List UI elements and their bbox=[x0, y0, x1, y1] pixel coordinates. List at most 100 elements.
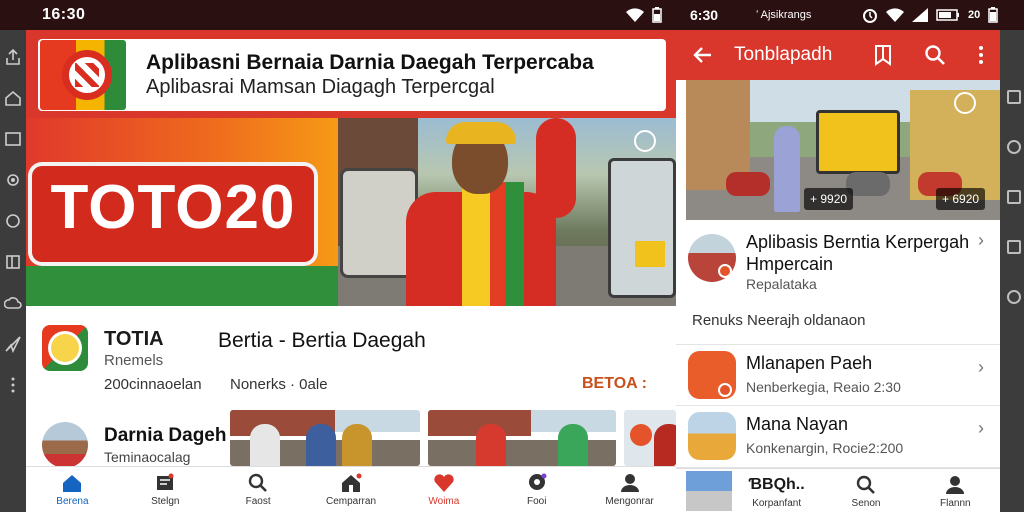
back-arrow-icon[interactable] bbox=[692, 44, 714, 66]
bottom-nav: Berena Stelgn Faost Cemparran Woima Fooi bbox=[26, 466, 676, 512]
battery-percent: 20 bbox=[968, 9, 981, 21]
cloud-icon[interactable] bbox=[4, 294, 22, 312]
favorite-icon[interactable] bbox=[954, 92, 976, 114]
settings-icon[interactable] bbox=[4, 171, 22, 189]
circle-button[interactable] bbox=[1007, 290, 1021, 304]
circle-icon[interactable] bbox=[4, 212, 22, 230]
list-item-title: Mlanapen Paeh bbox=[746, 353, 873, 373]
left-rail bbox=[0, 40, 26, 512]
photo-thumbnail[interactable] bbox=[624, 410, 676, 466]
house-icon bbox=[342, 473, 362, 492]
status-icons-right: 20 bbox=[862, 7, 998, 23]
heart-icon bbox=[434, 474, 454, 492]
nav-label: Stelgn bbox=[151, 496, 180, 507]
feature-photo[interactable]: + 9920 + 6920 bbox=[686, 80, 1000, 220]
bookmark-icon[interactable] bbox=[872, 44, 894, 66]
app-title: Bertia - Bertia Daegah bbox=[218, 329, 426, 352]
right-rail bbox=[1004, 90, 1024, 304]
chevron-right-icon: › bbox=[978, 230, 984, 250]
nav-item-korpanfant[interactable]: ƁBQh.. Korpanfant bbox=[732, 469, 821, 512]
photo-thumbnail[interactable] bbox=[428, 410, 616, 466]
profile-icon bbox=[620, 474, 639, 492]
nav-label: Woima bbox=[428, 496, 460, 507]
pin-icon bbox=[528, 473, 547, 490]
nav-item-berena[interactable]: Berena bbox=[26, 467, 119, 512]
status-icons-left bbox=[626, 7, 662, 23]
send-icon[interactable] bbox=[4, 335, 22, 353]
nav-label: Faost bbox=[245, 496, 271, 507]
chevron-right-icon: › bbox=[978, 418, 984, 438]
hero-image[interactable]: TOTO20 bbox=[26, 118, 676, 306]
app-meta: Nonerks · 0ale bbox=[230, 376, 328, 393]
more-vert-icon[interactable] bbox=[970, 44, 992, 66]
battery-icon bbox=[652, 7, 662, 23]
promo-banner[interactable]: Aplibasni Bernaia Darnia Daegah Terperca… bbox=[38, 39, 666, 111]
section-note: Renuks Neerajh oldanaon bbox=[692, 312, 866, 329]
app-action-link[interactable]: BETOA : bbox=[582, 375, 647, 393]
list-item[interactable]: Darnia Dageh Teminaocalag bbox=[26, 406, 676, 468]
wifi-icon bbox=[886, 8, 904, 22]
home-icon bbox=[63, 475, 82, 492]
app-downloads: 200cinnaoelan bbox=[104, 376, 202, 393]
search-icon bbox=[248, 473, 268, 492]
avatar bbox=[42, 422, 88, 468]
app-info-row[interactable]: TOTIA Rnemels 200cinnaoelan Bertia - Ber… bbox=[26, 306, 676, 406]
app-bar-title: Tonblapadh bbox=[734, 44, 833, 65]
price-tag: + 6920 bbox=[936, 188, 986, 210]
status-bar: 16:30 6:30 ʻ Ajsikrangs 20 bbox=[0, 0, 1024, 30]
nav-item-fooi[interactable]: Fooi bbox=[490, 467, 583, 512]
list-item-title: Mana Nayan bbox=[746, 414, 849, 434]
circle-button[interactable] bbox=[1007, 140, 1021, 154]
favorite-icon[interactable] bbox=[634, 130, 656, 152]
app-subtitle: Rnemels bbox=[104, 352, 164, 369]
nav-item-stelgn[interactable]: Stelgn bbox=[119, 467, 212, 512]
nav-label: Flannn bbox=[940, 498, 971, 509]
share-icon[interactable] bbox=[4, 48, 22, 66]
nav-item-woima[interactable]: Woima bbox=[397, 467, 490, 512]
more-vert-icon[interactable] bbox=[4, 376, 22, 394]
square-button[interactable] bbox=[1007, 240, 1021, 254]
app-icon bbox=[42, 325, 88, 371]
window-icon[interactable] bbox=[4, 130, 22, 148]
list-item-subtitle: Repalataka bbox=[746, 276, 817, 292]
list-item-subtitle: Nenberkegia, Reaio 2:30 bbox=[746, 379, 901, 395]
left-app-screen: Aplibasni Bernaia Darnia Daegah Terperca… bbox=[26, 30, 676, 512]
status-carrier: ʻ Ajsikrangs bbox=[756, 9, 812, 21]
hero-sign-text: TOTO20 bbox=[50, 173, 296, 242]
list-item[interactable]: Mana Nayan Konkenargin, Rocie2:200 › bbox=[676, 406, 1000, 468]
square-button[interactable] bbox=[1007, 190, 1021, 204]
photo-thumbnail[interactable] bbox=[686, 471, 732, 511]
status-time-right: 6:30 bbox=[690, 7, 719, 23]
home-icon[interactable] bbox=[4, 89, 22, 107]
list-item-subtitle: Konkenargin, Rocie2:200 bbox=[746, 440, 904, 456]
list-item[interactable]: Aplibasis Berntia Kerpergah Hmpercain Re… bbox=[676, 224, 1000, 300]
square-button[interactable] bbox=[1007, 90, 1021, 104]
alarm-icon bbox=[863, 9, 877, 23]
nav-item-faost[interactable]: Faost bbox=[212, 467, 305, 512]
price-tag: + 9920 bbox=[804, 188, 854, 210]
top-banner-bar: Aplibasni Bernaia Darnia Daegah Terperca… bbox=[26, 30, 676, 118]
nav-label: Mengonrar bbox=[605, 496, 654, 507]
brand-logo bbox=[40, 40, 126, 110]
right-app-screen: Tonblapadh + 9920 + 6920 Aplibasis Bernt… bbox=[676, 30, 1000, 512]
nav-label: Senon bbox=[851, 498, 881, 509]
nav-item-cemparran[interactable]: Cemparran bbox=[305, 467, 398, 512]
nav-label: Berena bbox=[56, 496, 89, 507]
nav-item-senon[interactable]: Senon bbox=[821, 469, 910, 512]
profile-icon bbox=[946, 476, 965, 494]
status-time: 16:30 bbox=[42, 6, 86, 23]
battery-icon bbox=[936, 9, 959, 21]
badge-icon bbox=[718, 383, 732, 397]
nav-item-mengonrar[interactable]: Mengonrar bbox=[583, 467, 676, 512]
search-icon bbox=[856, 475, 875, 494]
bottom-nav: ƁBQh.. Korpanfant Senon Flannn bbox=[676, 468, 1000, 512]
logo-icon: ƁBQh.. bbox=[748, 476, 805, 493]
banner-subtitle: Aplibasrai Mamsan Diagagh Terpercgal bbox=[146, 75, 495, 98]
nav-label: Korpanfant bbox=[752, 498, 802, 509]
list-item[interactable]: Mlanapen Paeh Nenberkegia, Reaio 2:30 › bbox=[676, 344, 1000, 406]
chevron-right-icon: › bbox=[978, 357, 984, 377]
nav-item-flannn[interactable]: Flannn bbox=[911, 469, 1000, 512]
photo-thumbnail[interactable] bbox=[230, 410, 420, 466]
search-icon[interactable] bbox=[924, 44, 946, 66]
columns-icon[interactable] bbox=[4, 253, 22, 271]
